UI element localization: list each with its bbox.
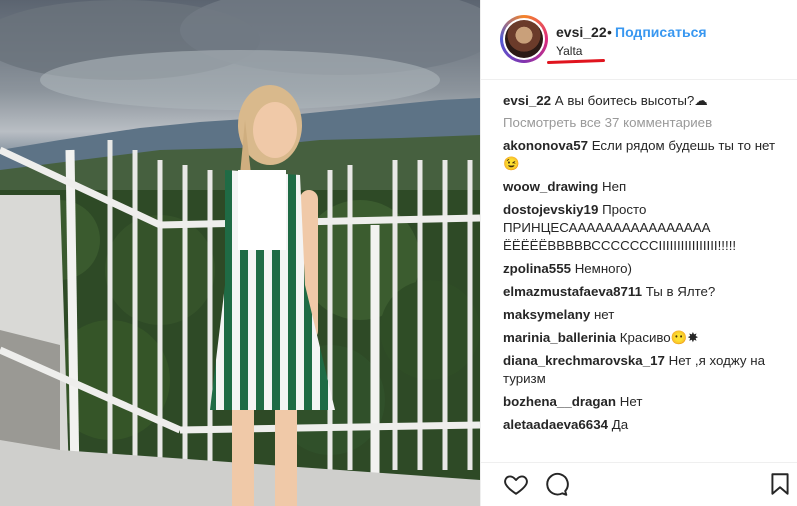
comment-text: Неп: [602, 179, 627, 194]
comment-item: aletaadaeva6634 Да: [503, 416, 788, 434]
photo-scene: [0, 0, 480, 506]
comment-username[interactable]: elmazmustafaeva8711: [503, 284, 642, 299]
comment-item: diana_krechmarovska_17 Нет ,я ходжу на т…: [503, 352, 788, 388]
caption-username[interactable]: evsi_22: [503, 93, 551, 108]
post-username[interactable]: evsi_22: [556, 24, 607, 40]
heart-icon[interactable]: [503, 471, 529, 497]
location-link[interactable]: Yalta: [556, 44, 582, 58]
comments-list: evsi_22 А вы боитесь высоты?☁ Посмотреть…: [503, 92, 788, 439]
comment-username[interactable]: woow_drawing: [503, 179, 598, 194]
comment-text: Да: [611, 417, 629, 432]
comment-item: maksymelany нет: [503, 306, 788, 324]
avatar[interactable]: [500, 15, 548, 63]
post-actions-bar: [481, 462, 797, 506]
post-side-panel: evsi_22 • Подписаться Yalta evsi_22 А вы…: [480, 0, 797, 506]
comment-text: Красиво😶✸: [619, 330, 699, 345]
comment-username[interactable]: akononova57: [503, 138, 588, 153]
caption-text: А вы боитесь высоты?☁: [554, 93, 708, 108]
comment-item: elmazmustafaeva8711 Ты в Ялте?: [503, 283, 788, 301]
comment-username[interactable]: bozhena__dragan: [503, 394, 616, 409]
comment-username[interactable]: diana_krechmarovska_17: [503, 353, 665, 368]
comment-username[interactable]: dostojevskiy19: [503, 202, 598, 217]
comment-username[interactable]: maksymelany: [503, 307, 590, 322]
comment-icon[interactable]: [543, 471, 569, 497]
comment-text: нет: [593, 307, 615, 322]
comment-item: marinia_ballerinia Красиво😶✸: [503, 329, 788, 347]
post-photo[interactable]: [0, 0, 480, 506]
comment-item: zpolina555 Немного): [503, 260, 788, 278]
comment-item: bozhena__dragan Нет: [503, 393, 788, 411]
post-header: evsi_22 • Подписаться Yalta: [481, 0, 797, 80]
comment-username[interactable]: aletaadaeva6634: [503, 417, 608, 432]
caption: evsi_22 А вы боитесь высоты?☁: [503, 92, 788, 110]
bookmark-icon[interactable]: [767, 471, 793, 497]
follow-button[interactable]: Подписаться: [615, 24, 707, 40]
comment-text: Нет: [619, 394, 643, 409]
comment-item: dostojevskiy19 Просто ПРИНЦЕСААААААААААА…: [503, 201, 788, 255]
separator-dot: •: [607, 24, 612, 40]
comment-item: woow_drawing Неп: [503, 178, 788, 196]
comment-text: Ты в Ялте?: [645, 284, 716, 299]
view-all-comments-link[interactable]: Посмотреть все 37 комментариев: [503, 115, 788, 130]
comment-item: akononova57 Если рядом будешь ты то нет😉: [503, 137, 788, 173]
red-annotation-underline: [546, 58, 606, 65]
comment-text: Немного): [574, 261, 632, 276]
comment-username[interactable]: zpolina555: [503, 261, 571, 276]
comment-username[interactable]: marinia_ballerinia: [503, 330, 616, 345]
